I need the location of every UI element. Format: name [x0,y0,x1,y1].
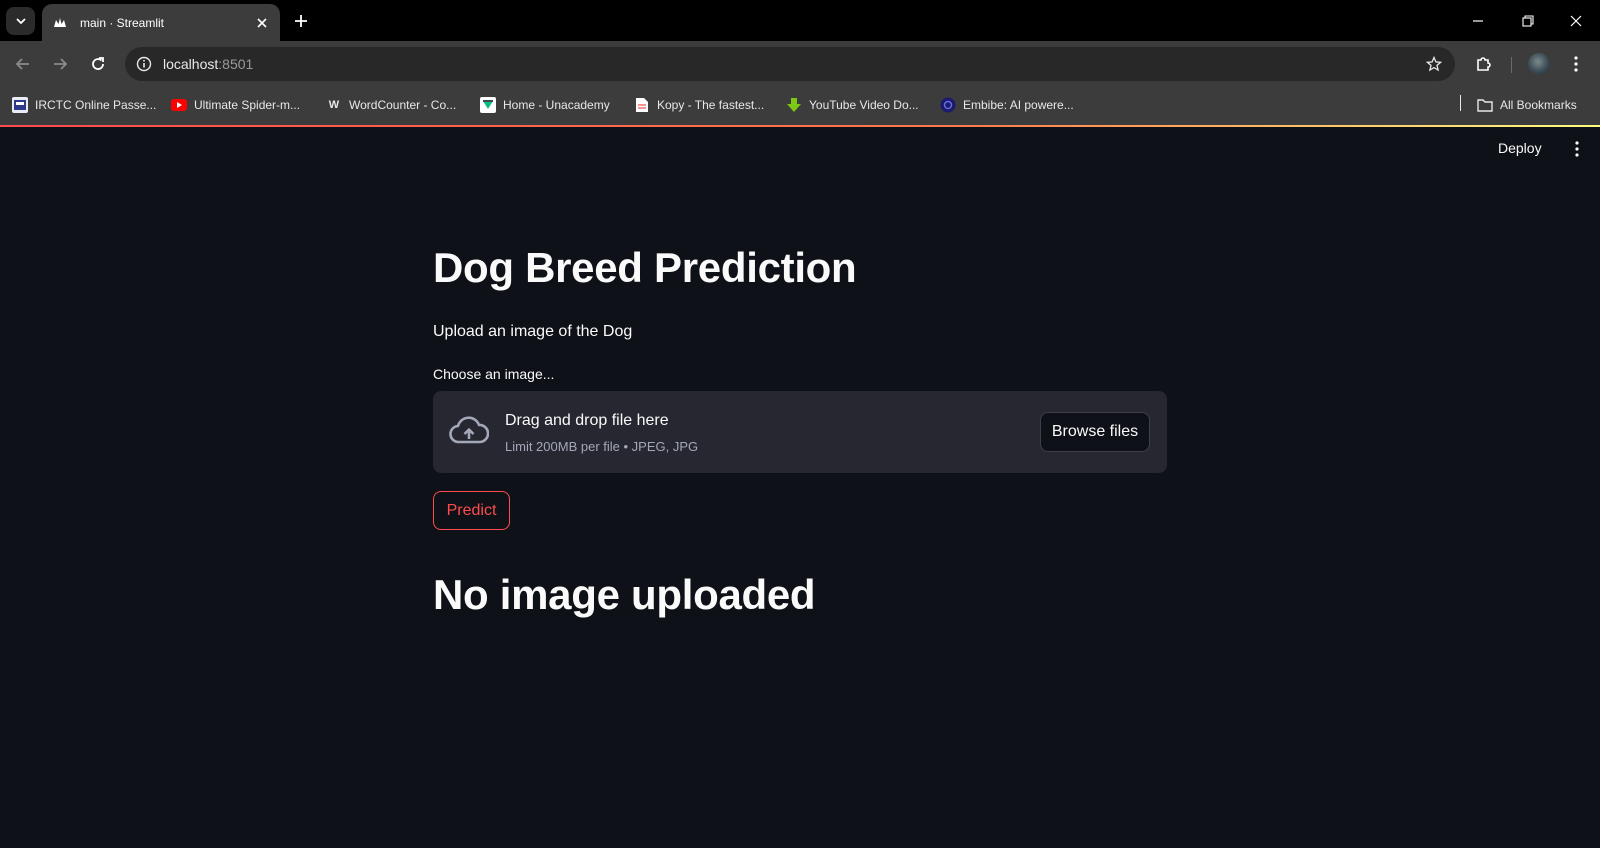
bookmark-label: Home - Unacademy [503,98,610,112]
irctc-icon [12,97,28,113]
file-uploader-label: Choose an image... [433,366,555,382]
reload-button[interactable] [87,53,109,75]
bookmark-label: WordCounter - Co... [349,98,457,112]
minimize-button[interactable] [1467,10,1489,32]
document-icon [634,97,650,113]
bookmark-kopy[interactable]: Kopy - The fastest... [634,97,764,113]
minimize-icon [1473,20,1483,22]
dropzone-limit-text: Limit 200MB per file • JPEG, JPG [505,439,699,454]
bookmark-irctc[interactable]: IRCTC Online Passe... [12,97,156,113]
bookmark-spiderman[interactable]: Ultimate Spider-m... [171,97,300,113]
page-subtitle: Upload an image of the Dog [433,323,633,340]
browse-files-button[interactable]: Browse files [1040,412,1150,452]
bookmark-label: Ultimate Spider-m... [194,98,301,112]
tab-title: main · Streamlit [80,15,165,30]
url-text: localhost:8501 [163,56,253,72]
bookmark-wordcounter[interactable]: W WordCounter - Co... [326,97,456,113]
profile-avatar[interactable] [1528,53,1550,75]
dropzone-instructions: Drag and drop file here [505,412,669,429]
puzzle-icon [1477,57,1491,71]
url-port: :8501 [218,56,254,72]
page-title: Dog Breed Prediction [433,244,857,291]
predict-button[interactable]: Predict [433,491,510,530]
embibe-icon [940,97,956,113]
chevron-down-icon [15,18,26,25]
cloud-upload-icon [449,415,489,447]
bookmarks-bar: IRCTC Online Passe... Ultimate Spider-m.… [0,87,1600,125]
bookmark-unacademy[interactable]: Home - Unacademy [480,97,610,113]
streamlit-icon [52,15,68,31]
browser-tabstrip: main · Streamlit [0,0,1600,41]
window-close-button[interactable] [1565,10,1587,32]
unacademy-icon [480,97,496,113]
arrow-right-icon [54,58,68,70]
tab-close-icon[interactable] [254,15,270,31]
deploy-button[interactable]: Deploy [1498,140,1542,156]
plus-icon [295,15,307,27]
browser-toolbar: localhost:8501 [0,41,1600,87]
address-bar[interactable]: localhost:8501 [125,47,1455,81]
browser-menu-button[interactable] [1565,53,1587,75]
bookmark-label: IRCTC Online Passe... [35,98,157,112]
restore-icon [1522,15,1534,27]
bookmarks-divider [1460,95,1461,111]
youtube-icon [171,97,187,113]
back-button[interactable] [12,53,34,75]
wordcounter-icon: W [328,99,340,111]
bookmark-label: YouTube Video Do... [809,98,919,112]
bookmark-label: Embibe: AI powere... [963,98,1074,112]
bookmark-embibe[interactable]: Embibe: AI powere... [940,97,1074,113]
url-host: localhost [163,56,219,72]
bookmark-star-icon[interactable] [1425,55,1443,73]
forward-button[interactable] [49,53,71,75]
bookmark-label: Kopy - The fastest... [657,98,765,112]
toolbar-divider [1511,57,1512,73]
tab-search-button[interactable] [6,7,35,35]
more-vertical-icon [1574,56,1578,72]
restore-button[interactable] [1517,10,1539,32]
all-bookmarks-label: All Bookmarks [1500,98,1577,112]
status-heading: No image uploaded [433,571,816,618]
reload-icon [92,57,104,70]
folder-icon [1477,97,1493,113]
file-dropzone[interactable]: Drag and drop file here Limit 200MB per … [433,391,1167,473]
site-info-icon[interactable] [135,55,153,73]
download-icon [786,97,802,113]
more-vertical-icon [1575,141,1579,157]
streamlit-app: Deploy Dog Breed Prediction Upload an im… [0,127,1600,848]
app-menu-button[interactable] [1567,139,1587,159]
new-tab-button[interactable] [290,10,312,32]
arrow-left-icon [15,58,29,70]
extensions-button[interactable] [1473,53,1495,75]
close-icon [1570,15,1582,27]
bookmark-youtube-downloader[interactable]: YouTube Video Do... [786,97,919,113]
all-bookmarks[interactable]: All Bookmarks [1477,97,1577,113]
browser-tab-active[interactable]: main · Streamlit [42,4,280,41]
